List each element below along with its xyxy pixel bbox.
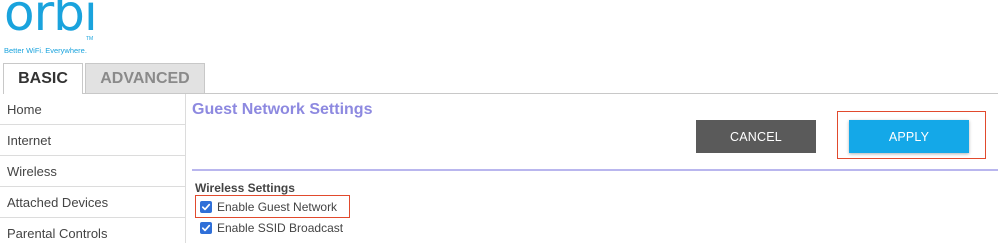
sidebar-item-parental-controls[interactable]: Parental Controls xyxy=(0,218,185,243)
sidebar-menu: Home Internet Wireless Attached Devices … xyxy=(0,94,186,243)
section-divider xyxy=(192,169,998,171)
tab-basic[interactable]: BASIC xyxy=(3,63,83,94)
tab-advanced[interactable]: ADVANCED xyxy=(85,63,205,93)
apply-highlight-box xyxy=(837,111,986,159)
sidebar-item-home[interactable]: Home xyxy=(0,94,185,125)
guest-network-highlight-box xyxy=(195,195,350,218)
sidebar-item-wireless[interactable]: Wireless xyxy=(0,156,185,187)
sidebar-item-attached-devices[interactable]: Attached Devices xyxy=(0,187,185,218)
orbi-admin-page: orbi TM Better WiFi. Everywhere. BASIC A… xyxy=(0,0,998,243)
enable-ssid-broadcast-label: Enable SSID Broadcast xyxy=(217,221,344,235)
enable-ssid-broadcast-row: Enable SSID Broadcast xyxy=(200,220,343,236)
cancel-button[interactable]: CANCEL xyxy=(696,120,816,153)
page-title: Guest Network Settings xyxy=(192,101,373,118)
logo-wordmark: orbi xyxy=(4,0,98,42)
wireless-settings-heading: Wireless Settings xyxy=(195,181,295,195)
logo-tagline: Better WiFi. Everywhere. xyxy=(4,46,87,55)
enable-ssid-broadcast-checkbox[interactable] xyxy=(200,222,212,234)
logo-trademark: TM xyxy=(86,36,94,42)
sidebar-item-internet[interactable]: Internet xyxy=(0,125,185,156)
tab-divider xyxy=(83,93,998,94)
checkbox-checked-icon xyxy=(201,224,211,232)
